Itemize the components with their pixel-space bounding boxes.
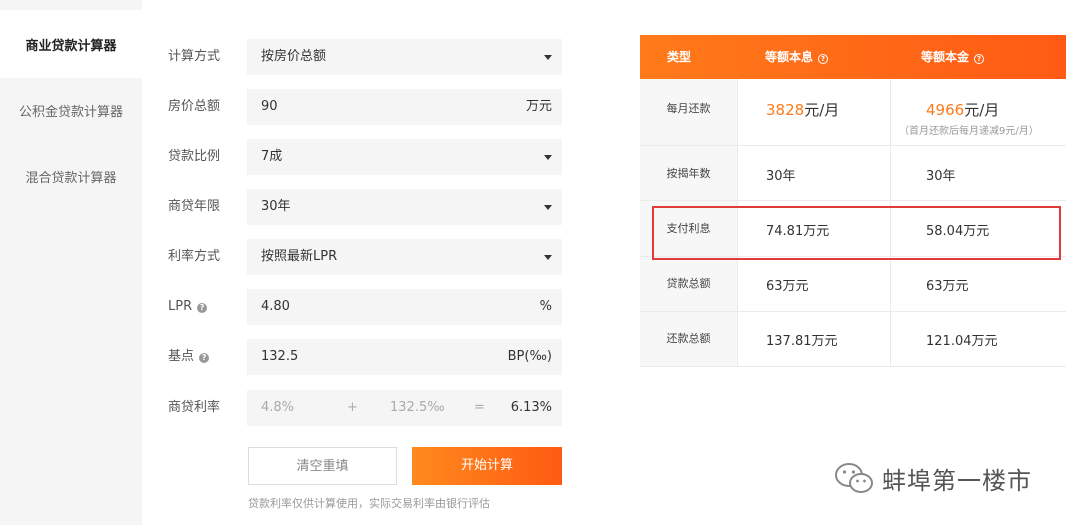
repay-total-ei: 137.81万元: [766, 334, 838, 349]
rate-method-select[interactable]: 按照最新LPR: [247, 239, 562, 275]
monthly-ep-unit: 元/月: [964, 101, 1000, 119]
rate-equals-sign: =: [474, 400, 485, 415]
lpr-input[interactable]: 4.80 %: [247, 289, 562, 325]
loan-ratio-value: 7成: [261, 149, 283, 164]
monthly-ei-unit: 元/月: [804, 101, 840, 119]
loan-ratio-label: 贷款比例: [168, 149, 221, 164]
sidebar-item-commercial-loan[interactable]: 商业贷款计算器: [0, 10, 142, 78]
total-price-row: 房价总额 90 万元: [168, 89, 563, 125]
rate-method-row: 利率方式 按照最新LPR: [168, 239, 563, 275]
watermark-text: 蚌埠第一楼市: [882, 466, 1032, 495]
help-icon[interactable]: ?: [197, 303, 208, 313]
monthly-ep-amount: 4966: [926, 101, 965, 119]
loan-years-label: 商贷年限: [168, 199, 221, 214]
loan-ratio-row: 贷款比例 7成: [168, 139, 563, 175]
loan-total-ep: 63万元: [926, 279, 969, 294]
highlight-box: [652, 206, 1061, 260]
help-icon[interactable]: ?: [974, 54, 985, 64]
lpr-unit: %: [539, 299, 552, 314]
rate-bp-part: 132.5‰: [390, 400, 445, 415]
rate-disclaimer: 贷款利率仅供计算使用，实际交易利率由银行评估: [248, 497, 490, 510]
loan-total-ei: 63万元: [766, 279, 809, 294]
clear-button[interactable]: 清空重填: [248, 447, 397, 485]
help-icon[interactable]: ?: [818, 54, 829, 64]
header-equal-installment: 等额本息?: [765, 35, 829, 79]
row-divider: [640, 311, 1066, 312]
total-price-label: 房价总额: [168, 99, 221, 114]
start-calculate-button[interactable]: 开始计算: [412, 447, 562, 485]
calc-method-row: 计算方式 按房价总额: [168, 39, 563, 75]
basis-label: 基点: [168, 349, 195, 364]
basis-unit: BP(‰): [507, 349, 552, 364]
watermark: 蚌埠第一楼市: [834, 458, 1032, 498]
calc-method-label: 计算方式: [168, 49, 221, 64]
rate-method-label: 利率方式: [168, 249, 221, 264]
rate-plus-sign: +: [347, 400, 358, 415]
row-label-years: 按揭年数: [666, 167, 711, 180]
header-equal-installment-label: 等额本息: [765, 50, 814, 64]
lpr-row: LPR? 4.80 %: [168, 289, 563, 325]
years-ei: 30年: [766, 169, 796, 184]
rate-row: 商贷利率 4.8% + 132.5‰ = 6.13%: [168, 390, 563, 426]
caret-down-icon: [544, 205, 552, 210]
row-divider: [640, 145, 1066, 146]
rate-label: 商贷利率: [168, 400, 221, 415]
total-price-input[interactable]: 90 万元: [247, 89, 562, 125]
lpr-value: 4.80: [261, 299, 290, 314]
years-ep: 30年: [926, 169, 956, 184]
basis-label-wrap: 基点?: [168, 339, 246, 375]
row-label-repay-total: 还款总额: [666, 332, 711, 345]
help-icon[interactable]: ?: [199, 353, 210, 363]
loan-years-value: 30年: [261, 199, 291, 214]
rate-result: 6.13%: [510, 400, 552, 415]
caret-down-icon: [544, 255, 552, 260]
basis-input[interactable]: 132.5 BP(‰): [247, 339, 562, 375]
result-table-header: 类型 等额本息? 等额本金?: [640, 35, 1066, 79]
caret-down-icon: [544, 155, 552, 160]
sidebar-item-provident-fund-loan[interactable]: 公积金贷款计算器: [0, 76, 142, 144]
header-type: 类型: [667, 50, 692, 64]
caret-down-icon: [544, 55, 552, 60]
row-label-loan-total: 贷款总额: [666, 277, 711, 290]
calc-method-value: 按房价总额: [261, 49, 327, 64]
loan-years-row: 商贷年限 30年: [168, 189, 563, 225]
rate-display: 4.8% + 132.5‰ = 6.13%: [247, 390, 562, 426]
loan-ratio-select[interactable]: 7成: [247, 139, 562, 175]
row-divider: [640, 366, 1066, 367]
total-price-value: 90: [261, 99, 278, 114]
row-label-monthly: 每月还款: [666, 102, 711, 115]
total-price-unit: 万元: [525, 99, 552, 114]
calc-method-select[interactable]: 按房价总额: [247, 39, 562, 75]
lpr-label-wrap: LPR?: [168, 289, 246, 325]
monthly-ep-note: （首月还款后每月递减9元/月）: [899, 126, 1039, 137]
basis-row: 基点? 132.5 BP(‰): [168, 339, 563, 375]
monthly-ei-amount: 3828: [766, 101, 805, 119]
repay-total-ep: 121.04万元: [926, 334, 998, 349]
monthly-equal-principal: 4966元/月: [926, 99, 999, 120]
monthly-equal-installment: 3828元/月: [766, 99, 839, 120]
sidebar: 商业贷款计算器 公积金贷款计算器 混合贷款计算器: [0, 0, 142, 525]
wechat-icon: [834, 461, 874, 495]
lpr-label: LPR: [168, 299, 193, 314]
sidebar-item-mixed-loan[interactable]: 混合贷款计算器: [0, 142, 142, 210]
basis-value: 132.5: [261, 349, 299, 364]
header-equal-principal-label: 等额本金: [921, 50, 970, 64]
loan-years-select[interactable]: 30年: [247, 189, 562, 225]
rate-lpr-part: 4.8%: [261, 400, 295, 415]
row-divider: [640, 200, 1066, 201]
rate-method-value: 按照最新LPR: [261, 249, 338, 264]
header-equal-principal: 等额本金?: [921, 35, 985, 79]
